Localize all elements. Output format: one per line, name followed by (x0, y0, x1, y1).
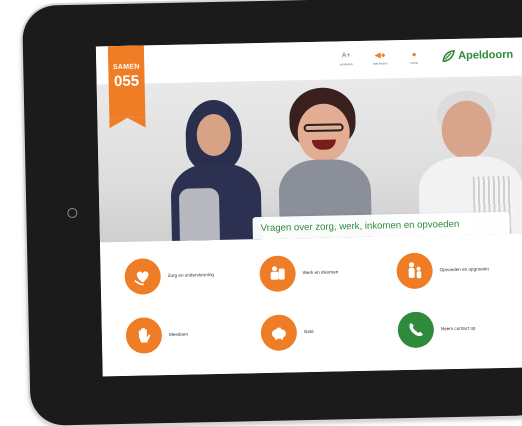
home-button[interactable] (67, 207, 78, 219)
heart-hand-icon (124, 258, 162, 295)
category-tiles: Zorg en ondersteuning Werk en inkomen Op… (100, 235, 522, 377)
tile-meedoen[interactable]: Meedoen (125, 316, 230, 354)
text-size-icon: A+ (341, 52, 351, 60)
tile-geld[interactable]: Geld (260, 313, 365, 352)
tile-label: Geld (303, 328, 314, 335)
brand-name: Apeldoorn (458, 48, 514, 62)
tile-opvoeden[interactable]: Opvoeden en opgroeien (396, 251, 500, 290)
menu-button[interactable]: ● menu (403, 50, 425, 65)
piggy-bank-icon (260, 314, 298, 352)
tile-label: Zorg en ondersteuning (167, 272, 214, 279)
family-icon (396, 252, 434, 290)
hero-title: Vragen over zorg, werk, inkomen en opvoe… (260, 218, 460, 235)
piggy-coins-icon (259, 255, 297, 293)
read-aloud-label: voorlezen (339, 62, 353, 67)
logo-line1: SAMEN (112, 63, 140, 72)
menu-icon: ● (411, 49, 417, 59)
tablet-device: SAMEN 055 A+ voorlezen ◀● taal kiezen ● … (22, 0, 522, 426)
tile-label: Meedoen (168, 331, 189, 337)
tile-label: Opvoeden en opgroeien (439, 266, 489, 273)
language-button[interactable]: ◀● taal kiezen (369, 50, 391, 65)
menu-label: menu (410, 60, 419, 65)
tile-contact[interactable]: Neem contact op (397, 310, 501, 349)
raised-hand-icon (125, 317, 163, 354)
logo-line2: 055 (113, 72, 140, 91)
tile-label: Werk en inkomen (302, 269, 339, 276)
hero-person-hijab (169, 99, 263, 243)
read-aloud-button[interactable]: A+ voorlezen (335, 51, 357, 66)
website-screen: SAMEN 055 A+ voorlezen ◀● taal kiezen ● … (95, 37, 522, 377)
tile-label: Neem contact op (440, 325, 476, 332)
apeldoorn-logo[interactable]: Apeldoorn (442, 48, 514, 63)
speaker-icon: ◀● (374, 50, 386, 60)
top-icon-bar: A+ voorlezen ◀● taal kiezen ● menu (335, 50, 425, 72)
phone-icon (397, 311, 435, 349)
tile-zorg[interactable]: Zorg en ondersteuning (124, 257, 228, 295)
hero-banner: Vragen over zorg, werk, inkomen en opvoe… (96, 75, 522, 243)
tile-werk[interactable]: Werk en inkomen (259, 254, 363, 293)
samen-055-logo[interactable]: SAMEN 055 (107, 45, 146, 119)
apeldoorn-leaf-icon (442, 50, 455, 63)
language-label: taal kiezen (373, 61, 388, 66)
